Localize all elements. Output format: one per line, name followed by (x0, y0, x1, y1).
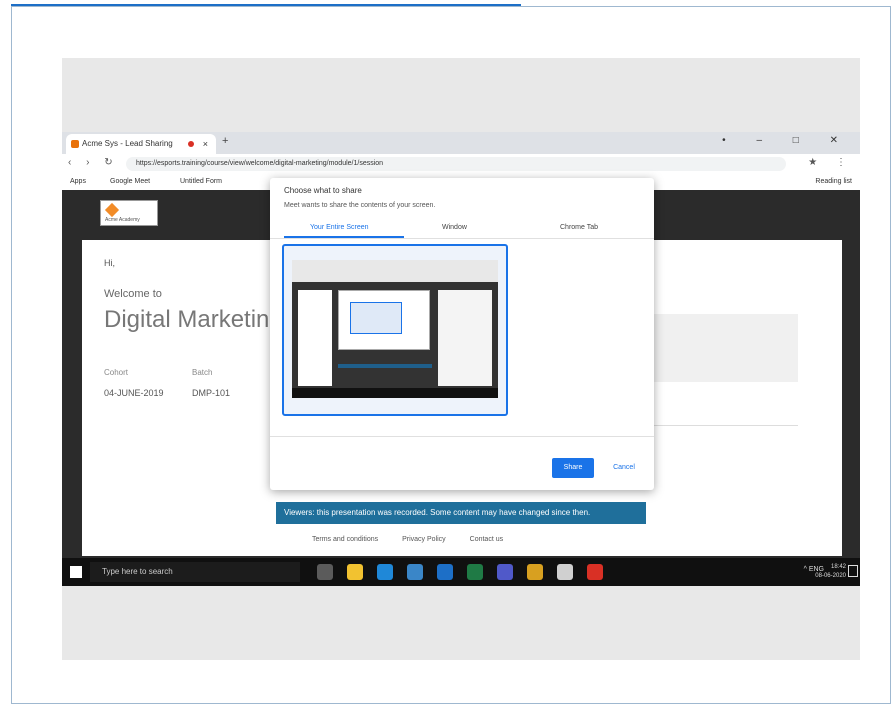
footer-link[interactable]: Terms and conditions (312, 536, 378, 543)
site-logo[interactable]: Acme Academy (100, 200, 158, 226)
bookmark-item[interactable]: Untitled Form (180, 174, 222, 190)
task-view-icon[interactable] (317, 564, 333, 580)
obs-icon[interactable] (557, 564, 573, 580)
bookmark-item[interactable]: Apps (70, 174, 86, 190)
divider (270, 436, 654, 437)
teams-icon[interactable] (497, 564, 513, 580)
notice-banner: Viewers: this presentation was recorded.… (276, 502, 646, 524)
footer-links: Terms and conditions Privacy Policy Cont… (312, 536, 525, 543)
share-button[interactable]: Share (552, 458, 594, 478)
meta-value: DMP-101 (192, 388, 231, 398)
chrome-icon[interactable] (527, 564, 543, 580)
greeting-text: Hi, (104, 258, 115, 268)
browser-tab-bar: Acme Sys - Lead Sharing × + • – □ ✕ (62, 132, 860, 154)
footer-link[interactable]: Privacy Policy (402, 536, 446, 543)
browser-tab[interactable]: Acme Sys - Lead Sharing × (66, 134, 216, 154)
screen-thumbnail[interactable] (282, 244, 508, 416)
course-title: Digital Marketin (104, 306, 270, 333)
store-icon[interactable] (407, 564, 423, 580)
meta-label: Cohort (104, 368, 129, 377)
meta-value: 04-JUNE-2019 (104, 388, 164, 398)
mail-icon[interactable] (437, 564, 453, 580)
recording-indicator-icon (188, 141, 194, 147)
tab-entire-screen[interactable]: Your Entire Screen (310, 224, 369, 231)
welcome-text: Welcome to (104, 288, 162, 300)
logo-mark-icon (104, 202, 120, 218)
thumbnail-panel (438, 290, 492, 386)
footer-link[interactable]: Contact us (470, 536, 503, 543)
thumbnail-header (292, 260, 498, 282)
address-bar-icons[interactable]: ★ ⋮ (808, 157, 854, 168)
logo-text: Acme Academy (105, 217, 140, 223)
taskbar-apps (310, 562, 610, 582)
thumbnail-panel (298, 290, 332, 386)
screen-recording: Acme Sys - Lead Sharing × + • – □ ✕ ‹ › … (62, 132, 860, 586)
dialog-title: Choose what to share (284, 186, 362, 195)
dialog-subtitle: Meet wants to share the contents of your… (284, 202, 436, 209)
thumbnail-banner (338, 364, 432, 368)
window-controls[interactable]: • – □ ✕ (722, 135, 852, 146)
windows-start-icon[interactable] (70, 566, 82, 578)
address-bar-row: ‹ › ↻ https://esports.training/course/vi… (62, 154, 860, 175)
divider (270, 238, 654, 239)
tab-window[interactable]: Window (442, 224, 467, 231)
tab-close-icon[interactable]: × (203, 134, 208, 154)
excel-icon[interactable] (467, 564, 483, 580)
taskbar-search[interactable]: Type here to search (90, 562, 300, 582)
cancel-button[interactable]: Cancel (604, 458, 644, 478)
thumbnail-nested-window (350, 302, 402, 334)
share-screen-dialog: Choose what to share Meet wants to share… (270, 178, 654, 490)
tab-chrome-tab[interactable]: Chrome Tab (560, 224, 598, 231)
thumbnail-taskbar (292, 388, 498, 398)
tab-title: Acme Sys - Lead Sharing (82, 139, 173, 148)
edge-icon[interactable] (377, 564, 393, 580)
bookmark-item[interactable]: Google Meet (110, 174, 150, 190)
taskbar-clock[interactable]: 18:42 08-06-2020 (815, 563, 846, 581)
nav-buttons[interactable]: ‹ › ↻ (68, 157, 119, 168)
notification-icon[interactable] (848, 565, 858, 577)
site-favicon-icon (71, 140, 79, 148)
url-field[interactable]: https://esports.training/course/view/wel… (126, 157, 786, 171)
windows-taskbar: Type here to search ^ ENG 18:42 08-06-20… (62, 558, 860, 586)
clock-time: 18:42 (830, 564, 846, 570)
content-placeholder (652, 314, 798, 382)
divider (652, 425, 798, 426)
new-tab-button[interactable]: + (222, 135, 228, 147)
meta-label: Batch (192, 368, 213, 377)
reading-list-button[interactable]: Reading list (815, 174, 852, 190)
file-explorer-icon[interactable] (347, 564, 363, 580)
acrobat-icon[interactable] (587, 564, 603, 580)
thumbnail-preview (292, 260, 498, 398)
clock-date: 08-06-2020 (815, 573, 846, 579)
